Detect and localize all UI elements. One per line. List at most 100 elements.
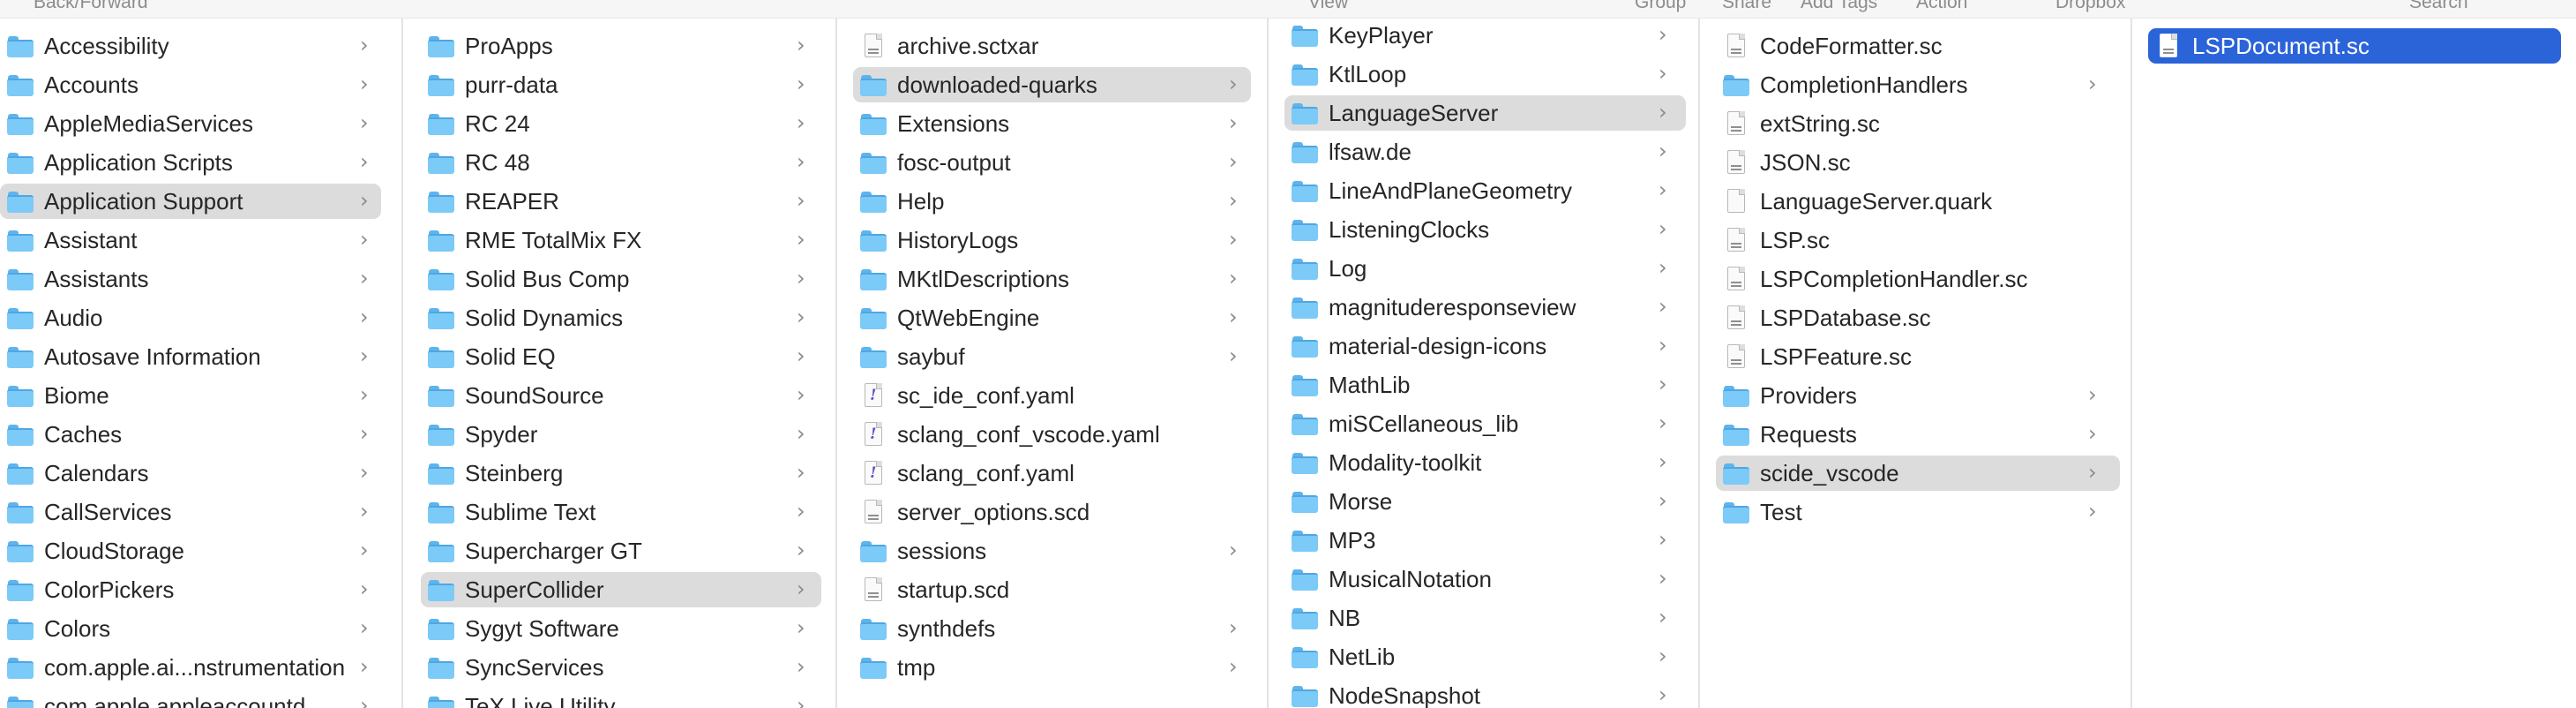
folder-row[interactable]: Log › xyxy=(1284,251,1686,286)
folder-row[interactable]: TeX Live Utility › xyxy=(421,689,821,708)
toolbar-label-view[interactable]: View xyxy=(1308,0,1348,14)
folder-row[interactable]: Assistant › xyxy=(0,222,381,258)
file-row[interactable]: LSP.sc xyxy=(1716,222,2120,258)
folder-row[interactable]: fosc-output › xyxy=(853,145,1251,180)
folder-row[interactable]: Steinberg › xyxy=(421,456,821,491)
finder-column-4[interactable]: KeyPlayer › KtlLoop › LanguageServer › lfsaw.d… xyxy=(1267,19,1700,708)
folder-row[interactable]: SoundSource › xyxy=(421,378,821,413)
folder-row[interactable]: lfsaw.de › xyxy=(1284,134,1686,169)
folder-row[interactable]: ListeningClocks › xyxy=(1284,212,1686,247)
folder-row[interactable]: QtWebEngine › xyxy=(853,300,1251,335)
folder-row[interactable]: AppleMediaServices › xyxy=(0,106,381,141)
folder-row[interactable]: LanguageServer › xyxy=(1284,95,1686,131)
file-row[interactable]: LSPFeature.sc xyxy=(1716,339,2120,374)
file-row[interactable]: ! sc_ide_conf.yaml xyxy=(853,378,1251,413)
toolbar-label-dropbox[interactable]: Dropbox xyxy=(2056,0,2125,14)
file-row[interactable]: LSPDatabase.sc xyxy=(1716,300,2120,335)
folder-row[interactable]: MKtlDescriptions › xyxy=(853,261,1251,297)
folder-row[interactable]: RME TotalMix FX › xyxy=(421,222,821,258)
toolbar-label-back-forward[interactable]: Back/Forward xyxy=(34,0,148,14)
folder-row[interactable]: SyncServices › xyxy=(421,650,821,685)
folder-row[interactable]: Accessibility › xyxy=(0,28,381,64)
folder-row[interactable]: material-design-icons › xyxy=(1284,328,1686,364)
file-row[interactable]: LSPCompletionHandler.sc xyxy=(1716,261,2120,297)
folder-row[interactable]: CloudStorage › xyxy=(0,533,381,569)
toolbar-label-action[interactable]: Action xyxy=(1916,0,1967,14)
folder-row[interactable]: Morse › xyxy=(1284,484,1686,519)
folder-row[interactable]: HistoryLogs › xyxy=(853,222,1251,258)
folder-row[interactable]: KtlLoop › xyxy=(1284,56,1686,92)
folder-row[interactable]: MusicalNotation › xyxy=(1284,561,1686,597)
folder-row[interactable]: Modality-toolkit › xyxy=(1284,445,1686,480)
toolbar-label-share[interactable]: Share xyxy=(1722,0,1771,14)
finder-column-2[interactable]: ProApps › purr-data › RC 24 › RC 48 › REAPER › RME… xyxy=(403,19,837,708)
folder-row[interactable]: ProApps › xyxy=(421,28,821,64)
folder-row[interactable]: KeyPlayer › xyxy=(1284,19,1686,53)
folder-row[interactable]: downloaded-quarks › xyxy=(853,67,1251,102)
folder-row[interactable]: Spyder › xyxy=(421,417,821,452)
folder-row[interactable]: NodeSnapshot › xyxy=(1284,678,1686,708)
folder-row[interactable]: purr-data › xyxy=(421,67,821,102)
folder-row[interactable]: RC 24 › xyxy=(421,106,821,141)
folder-row[interactable]: sessions › xyxy=(853,533,1251,569)
folder-row[interactable]: synthdefs › xyxy=(853,611,1251,646)
folder-row[interactable]: Sygyt Software › xyxy=(421,611,821,646)
folder-row[interactable]: com.apple.appleaccountd › xyxy=(0,689,381,708)
file-row[interactable]: JSON.sc xyxy=(1716,145,2120,180)
file-row[interactable]: ! sclang_conf_vscode.yaml xyxy=(853,417,1251,452)
folder-row[interactable]: Solid Dynamics › xyxy=(421,300,821,335)
finder-column-6[interactable]: LSPDocument.sc xyxy=(2130,19,2576,708)
folder-row[interactable]: Sublime Text › xyxy=(421,494,821,530)
folder-row[interactable]: Extensions › xyxy=(853,106,1251,141)
folder-row[interactable]: Calendars › xyxy=(0,456,381,491)
folder-row[interactable]: CompletionHandlers › xyxy=(1716,67,2120,102)
folder-row[interactable]: RC 48 › xyxy=(421,145,821,180)
toolbar-label-group[interactable]: Group xyxy=(1635,0,1686,14)
folder-row[interactable]: NB › xyxy=(1284,600,1686,636)
folder-row[interactable]: Colors › xyxy=(0,611,381,646)
folder-row[interactable]: Caches › xyxy=(0,417,381,452)
folder-row[interactable]: SuperCollider › xyxy=(421,572,821,607)
folder-row[interactable]: LineAndPlaneGeometry › xyxy=(1284,173,1686,208)
folder-row[interactable]: Biome › xyxy=(0,378,381,413)
folder-row[interactable]: ColorPickers › xyxy=(0,572,381,607)
file-row[interactable]: LanguageServer.quark xyxy=(1716,184,2120,219)
file-row[interactable]: archive.sctxar xyxy=(853,28,1251,64)
file-row[interactable]: CodeFormatter.sc xyxy=(1716,28,2120,64)
folder-row[interactable]: Providers › xyxy=(1716,378,2120,413)
finder-column-3[interactable]: archive.sctxar downloaded-quarks › Extensio… xyxy=(835,19,1269,708)
folder-row[interactable]: Test › xyxy=(1716,494,2120,530)
folder-row[interactable]: Application Support › xyxy=(0,184,381,219)
finder-column-1[interactable]: Accessibility › Accounts › AppleMediaService… xyxy=(0,19,403,708)
folder-row[interactable]: scide_vscode › xyxy=(1716,456,2120,491)
toolbar-label-search[interactable]: Search xyxy=(2409,0,2468,14)
folder-row[interactable]: Help › xyxy=(853,184,1251,219)
folder-row[interactable]: Application Scripts › xyxy=(0,145,381,180)
folder-row[interactable]: miSCellaneous_lib › xyxy=(1284,406,1686,441)
file-row[interactable]: extString.sc xyxy=(1716,106,2120,141)
folder-row[interactable]: Solid EQ › xyxy=(421,339,821,374)
folder-row[interactable]: MP3 › xyxy=(1284,523,1686,558)
folder-row[interactable]: REAPER › xyxy=(421,184,821,219)
finder-column-5[interactable]: CodeFormatter.sc CompletionHandlers › extSt… xyxy=(1698,19,2132,708)
folder-row[interactable]: Supercharger GT › xyxy=(421,533,821,569)
folder-icon xyxy=(7,460,34,486)
file-row[interactable]: server_options.scd xyxy=(853,494,1251,530)
folder-row[interactable]: Requests › xyxy=(1716,417,2120,452)
toolbar-label-add-tags[interactable]: Add Tags xyxy=(1801,0,1877,14)
folder-row[interactable]: Autosave Information › xyxy=(0,339,381,374)
folder-row[interactable]: com.apple.ai...nstrumentation › xyxy=(0,650,381,685)
folder-row[interactable]: saybuf › xyxy=(853,339,1251,374)
folder-row[interactable]: NetLib › xyxy=(1284,639,1686,674)
file-row[interactable]: ! sclang_conf.yaml xyxy=(853,456,1251,491)
folder-row[interactable]: Solid Bus Comp › xyxy=(421,261,821,297)
file-row[interactable]: startup.scd xyxy=(853,572,1251,607)
file-row[interactable]: LSPDocument.sc xyxy=(2148,28,2561,64)
folder-row[interactable]: Audio › xyxy=(0,300,381,335)
folder-row[interactable]: tmp › xyxy=(853,650,1251,685)
folder-row[interactable]: Accounts › xyxy=(0,67,381,102)
folder-row[interactable]: Assistants › xyxy=(0,261,381,297)
folder-row[interactable]: magnituderesponseview › xyxy=(1284,290,1686,325)
folder-row[interactable]: CallServices › xyxy=(0,494,381,530)
folder-row[interactable]: MathLib › xyxy=(1284,367,1686,403)
